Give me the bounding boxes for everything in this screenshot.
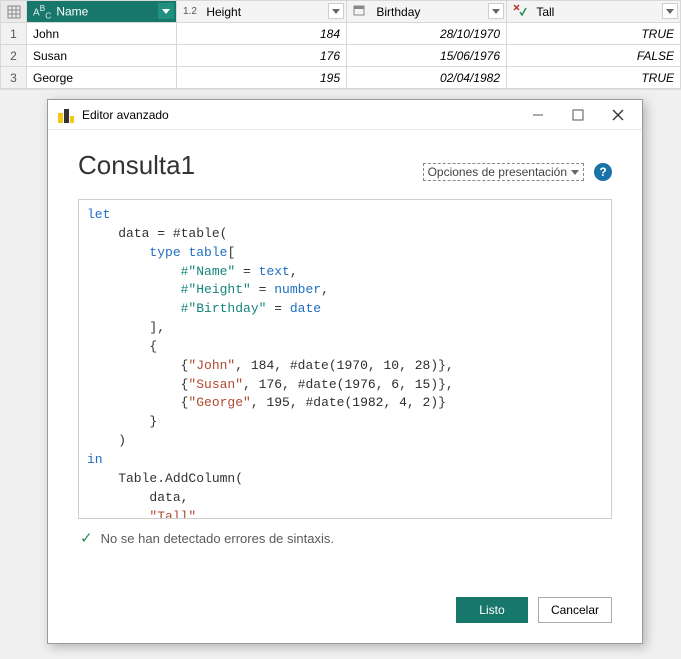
row-number: 3 bbox=[1, 67, 27, 89]
cell-name[interactable]: Susan bbox=[27, 45, 177, 67]
display-options-label: Opciones de presentación bbox=[428, 165, 567, 179]
query-data-table: ABC Name 1.2 Height bbox=[0, 0, 681, 90]
cell-height[interactable]: 184 bbox=[177, 23, 347, 45]
advanced-editor-dialog: Editor avanzado Consulta1 Opciones de pr… bbox=[47, 99, 643, 644]
date-type-icon bbox=[353, 4, 371, 19]
query-name-heading: Consulta1 bbox=[78, 150, 195, 181]
maximize-button[interactable] bbox=[558, 101, 598, 129]
status-text: No se han detectado errores de sintaxis. bbox=[101, 531, 334, 546]
row-number: 1 bbox=[1, 23, 27, 45]
cell-birthday[interactable]: 28/10/1970 bbox=[347, 23, 507, 45]
column-dropdown-icon[interactable] bbox=[328, 3, 344, 19]
column-header-name[interactable]: ABC Name bbox=[27, 1, 177, 23]
app-icon bbox=[58, 107, 74, 123]
cell-height[interactable]: 195 bbox=[177, 67, 347, 89]
cell-birthday[interactable]: 15/06/1976 bbox=[347, 45, 507, 67]
column-label: Tall bbox=[536, 5, 554, 19]
cell-name[interactable]: John bbox=[27, 23, 177, 45]
row-number: 2 bbox=[1, 45, 27, 67]
m-code-editor[interactable]: let data = #table( type table[ #"Name" =… bbox=[78, 199, 612, 519]
column-dropdown-icon[interactable] bbox=[662, 3, 678, 19]
minimize-button[interactable] bbox=[518, 101, 558, 129]
table-row[interactable]: 1 John 184 28/10/1970 TRUE bbox=[1, 23, 681, 45]
cell-tall[interactable]: FALSE bbox=[507, 45, 681, 67]
table-row[interactable]: 2 Susan 176 15/06/1976 FALSE bbox=[1, 45, 681, 67]
logical-type-icon bbox=[513, 4, 531, 19]
cancel-button[interactable]: Cancelar bbox=[538, 597, 612, 623]
display-options-dropdown[interactable]: Opciones de presentación bbox=[423, 163, 584, 181]
column-label: Height bbox=[206, 5, 241, 19]
syntax-status: ✓ No se han detectado errores de sintaxi… bbox=[78, 519, 612, 547]
table-row[interactable]: 3 George 195 02/04/1982 TRUE bbox=[1, 67, 681, 89]
cell-birthday[interactable]: 02/04/1982 bbox=[347, 67, 507, 89]
dialog-title: Editor avanzado bbox=[82, 108, 518, 122]
number-type-icon: 1.2 bbox=[183, 6, 201, 17]
cell-tall[interactable]: TRUE bbox=[507, 67, 681, 89]
text-type-icon: ABC bbox=[33, 3, 51, 20]
chevron-down-icon bbox=[571, 168, 579, 176]
data-grid[interactable]: ABC Name 1.2 Height bbox=[0, 0, 681, 89]
column-dropdown-icon[interactable] bbox=[158, 3, 174, 19]
column-dropdown-icon[interactable] bbox=[488, 3, 504, 19]
select-all-header[interactable] bbox=[1, 1, 27, 23]
help-icon[interactable]: ? bbox=[594, 163, 612, 181]
cell-name[interactable]: George bbox=[27, 67, 177, 89]
dialog-titlebar[interactable]: Editor avanzado bbox=[48, 100, 642, 130]
cell-tall[interactable]: TRUE bbox=[507, 23, 681, 45]
table-icon bbox=[7, 5, 21, 19]
cell-height[interactable]: 176 bbox=[177, 45, 347, 67]
column-header-height[interactable]: 1.2 Height bbox=[177, 1, 347, 23]
column-header-tall[interactable]: Tall bbox=[507, 1, 681, 23]
checkmark-icon: ✓ bbox=[80, 529, 93, 547]
ok-button[interactable]: Listo bbox=[456, 597, 528, 623]
column-header-birthday[interactable]: Birthday bbox=[347, 1, 507, 23]
column-label: Birthday bbox=[376, 5, 420, 19]
close-button[interactable] bbox=[598, 101, 638, 129]
column-label: Name bbox=[56, 5, 88, 19]
